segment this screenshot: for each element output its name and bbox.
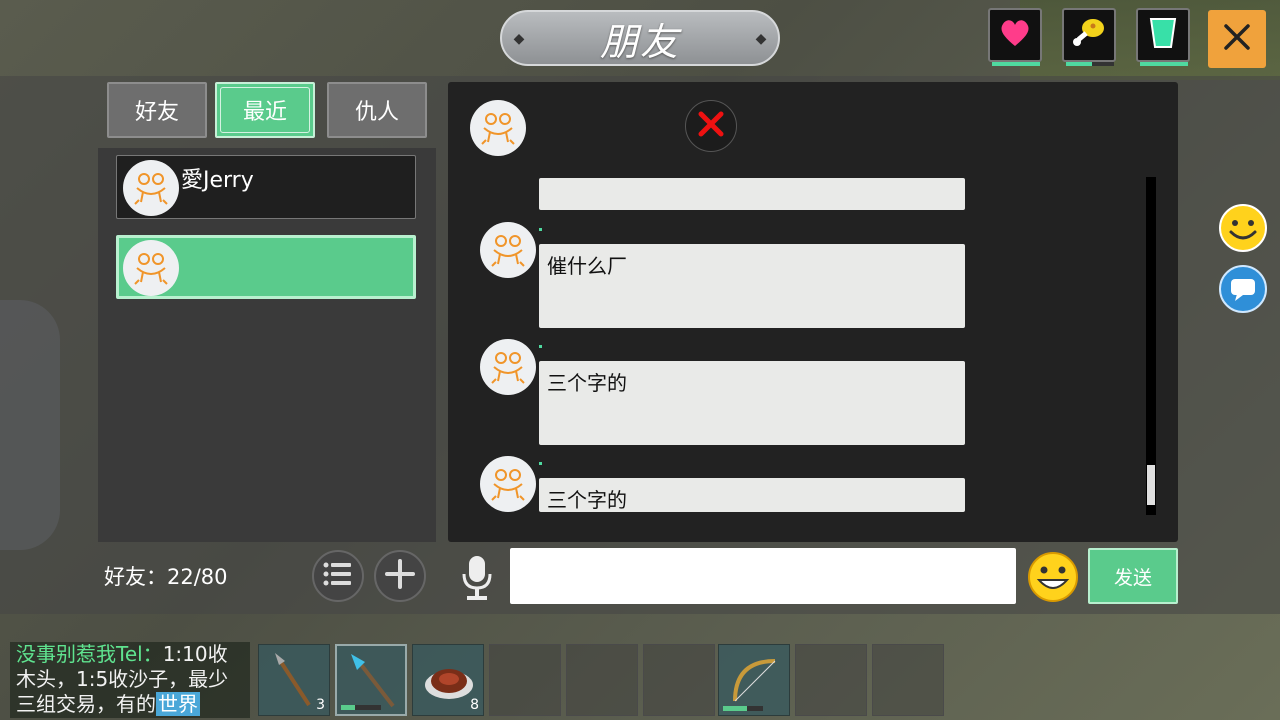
microphone-icon[interactable]: [458, 552, 496, 602]
title-plate: ◆ 朋友 ◆: [500, 10, 780, 66]
avatar: [123, 160, 179, 216]
message-bubble: 催什么厂: [539, 244, 965, 328]
list-icon: [323, 561, 353, 591]
heart-icon: [999, 18, 1031, 52]
message-bubble: [539, 178, 965, 210]
hotbar-slot[interactable]: [718, 644, 790, 716]
emote-side-button[interactable]: [1218, 203, 1268, 253]
friend-list-menu-button[interactable]: [312, 550, 364, 602]
hotbar-slot[interactable]: 3: [258, 644, 330, 716]
avatar: [123, 240, 179, 296]
message-bubble: 三个字的: [539, 478, 965, 512]
friend-name: 愛Jerry: [181, 168, 254, 193]
hunger-stat: [1062, 8, 1116, 66]
send-button[interactable]: 发送: [1088, 548, 1178, 604]
smiley-icon: [1026, 552, 1080, 608]
chat-panel: 催什么厂 三个字的 三个字的: [448, 82, 1178, 542]
message-dot: [539, 228, 542, 231]
message-dot: [539, 462, 542, 465]
hotbar-slot[interactable]: [795, 644, 867, 716]
friend-list: 愛Jerry: [98, 148, 436, 542]
ornament-left-icon: ◆: [513, 31, 525, 47]
hotbar-slot[interactable]: [566, 644, 638, 716]
hotbar-slot[interactable]: [643, 644, 715, 716]
hotbar-slot[interactable]: 8: [412, 644, 484, 716]
delete-icon: [696, 109, 726, 143]
add-friend-button[interactable]: [374, 550, 426, 602]
health-stat: [988, 8, 1042, 66]
friend-item[interactable]: [116, 235, 416, 299]
delete-friend-button[interactable]: [685, 100, 737, 152]
world-chat-tag: 世界: [156, 692, 200, 716]
durability-bar: [723, 706, 763, 711]
tab-enemies[interactable]: 仇人: [327, 82, 427, 138]
thirst-stat: [1136, 8, 1190, 66]
chat-input[interactable]: [510, 548, 1016, 604]
chat-side-button[interactable]: [1218, 264, 1268, 314]
tab-friends[interactable]: 好友: [107, 82, 207, 138]
page-title: 朋友: [599, 19, 680, 64]
scroll-thumb[interactable]: [1147, 465, 1155, 505]
tab-recent[interactable]: 最近: [215, 82, 315, 138]
emoji-button[interactable]: [1026, 550, 1080, 604]
hotbar-slot[interactable]: [489, 644, 561, 716]
durability-bar: [341, 705, 381, 710]
smiley-face-icon: [1218, 204, 1268, 257]
drumstick-icon: [1071, 16, 1107, 54]
world-chat-ticker[interactable]: 没事别惹我Tel：1:10收木头，1:5收沙子，最少三组交易，有的 世界: [10, 642, 250, 718]
world-chat-sender: 没事别惹我: [16, 642, 116, 666]
avatar: [480, 456, 536, 512]
hunger-bar: [1066, 62, 1114, 66]
world-chat-tel: Tel：: [116, 642, 163, 666]
avatar: [480, 339, 536, 395]
chat-partner-avatar: [470, 100, 526, 156]
plus-icon: [385, 559, 415, 593]
close-icon: [1223, 23, 1251, 55]
cup-icon: [1149, 17, 1177, 53]
slot-count: 3: [316, 697, 325, 713]
chat-bubble-icon: [1218, 265, 1268, 318]
friend-item[interactable]: 愛Jerry: [116, 155, 416, 219]
hotbar-slot[interactable]: [872, 644, 944, 716]
friend-count: 好友：22/80: [104, 565, 228, 589]
hotbar-slot[interactable]: [335, 644, 407, 716]
slot-count: 8: [470, 697, 479, 713]
close-button[interactable]: [1208, 10, 1266, 68]
message-bubble: 三个字的: [539, 361, 965, 445]
thirst-bar: [1140, 62, 1188, 66]
ornament-right-icon: ◆: [755, 31, 767, 47]
health-bar: [992, 62, 1040, 66]
chat-scrollbar[interactable]: [1146, 177, 1156, 515]
avatar: [480, 222, 536, 278]
message-dot: [539, 345, 542, 348]
top-bar: ◆ 朋友 ◆: [0, 0, 1280, 76]
